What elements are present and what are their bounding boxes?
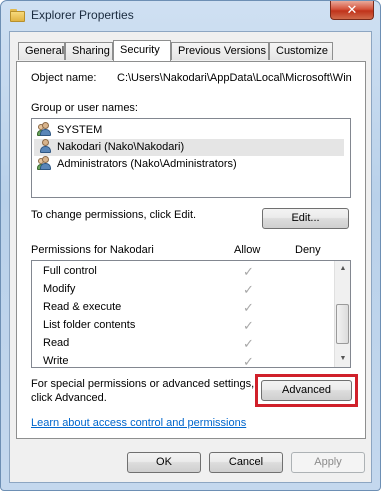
allow-check-icon: ✓ — [243, 354, 254, 368]
advanced-text-line1: For special permissions or advanced sett… — [31, 378, 255, 390]
perm-list-folder-contents: List folder contents — [43, 319, 136, 331]
perm-full-control: Full control — [43, 265, 97, 277]
cancel-button[interactable]: Cancel — [209, 452, 283, 473]
object-name-label: Object name: — [31, 72, 97, 84]
permissions-scrollbar[interactable]: ▲ ▼ — [334, 261, 350, 367]
group-user-list[interactable]: SYSTEM Nakodari (Nako\Nakodari) Administ… — [31, 118, 351, 198]
window-title: Explorer Properties — [31, 8, 134, 22]
tab-previous-versions[interactable]: Previous Versions — [171, 42, 269, 60]
scroll-up-icon[interactable]: ▲ — [335, 261, 350, 277]
perm-write: Write — [43, 355, 69, 367]
group-names-label: Group or user names: — [31, 102, 138, 114]
allow-check-icon: ✓ — [243, 336, 254, 351]
tab-sharing[interactable]: Sharing — [65, 42, 113, 60]
list-item-system[interactable]: SYSTEM — [34, 122, 344, 139]
permissions-for-label: Permissions for Nakodari — [31, 244, 154, 256]
tab-general[interactable]: General — [18, 42, 65, 60]
security-tab-page: Object name: C:\Users\Nakodari\AppData\L… — [16, 61, 366, 439]
perm-modify: Modify — [43, 283, 76, 295]
change-permissions-text: To change permissions, click Edit. — [31, 209, 197, 221]
perm-read-execute: Read & execute — [43, 301, 122, 313]
allow-column-header: Allow — [234, 244, 261, 256]
allow-check-icon: ✓ — [243, 264, 254, 279]
permissions-list[interactable]: Full control ✓ Modify ✓ Read & execute ✓… — [31, 260, 351, 368]
tab-customize[interactable]: Customize — [269, 42, 333, 60]
user-icon — [38, 139, 54, 153]
scroll-thumb[interactable] — [336, 304, 349, 344]
allow-check-icon: ✓ — [243, 300, 254, 315]
advanced-button[interactable]: Advanced — [261, 380, 352, 401]
scroll-down-icon[interactable]: ▼ — [335, 351, 350, 367]
list-item-administrators[interactable]: Administrators (Nako\Administrators) — [34, 156, 344, 173]
tab-security[interactable]: Security — [113, 40, 171, 61]
dialog-panel: General Sharing Security Previous Versio… — [9, 31, 372, 483]
object-name-value: C:\Users\Nakodari\AppData\Local\Microsof… — [117, 72, 352, 84]
properties-window: Explorer Properties ✕ General Sharing Se… — [0, 0, 381, 491]
folder-icon — [10, 9, 26, 22]
edit-button[interactable]: Edit... — [262, 208, 349, 229]
list-item-nakodari[interactable]: Nakodari (Nako\Nakodari) — [34, 139, 344, 156]
apply-button[interactable]: Apply — [291, 452, 365, 473]
perm-read: Read — [43, 337, 70, 349]
deny-column-header: Deny — [295, 244, 321, 256]
learn-access-control-link[interactable]: Learn about access control and permissio… — [31, 417, 246, 429]
close-button[interactable]: ✕ — [330, 1, 374, 20]
group-users-icon — [37, 156, 54, 170]
ok-button[interactable]: OK — [127, 452, 201, 473]
group-users-icon — [37, 122, 54, 136]
allow-check-icon: ✓ — [243, 282, 254, 297]
advanced-text-line2: click Advanced. — [31, 392, 107, 404]
title-bar[interactable]: Explorer Properties ✕ — [1, 1, 380, 31]
allow-check-icon: ✓ — [243, 318, 254, 333]
